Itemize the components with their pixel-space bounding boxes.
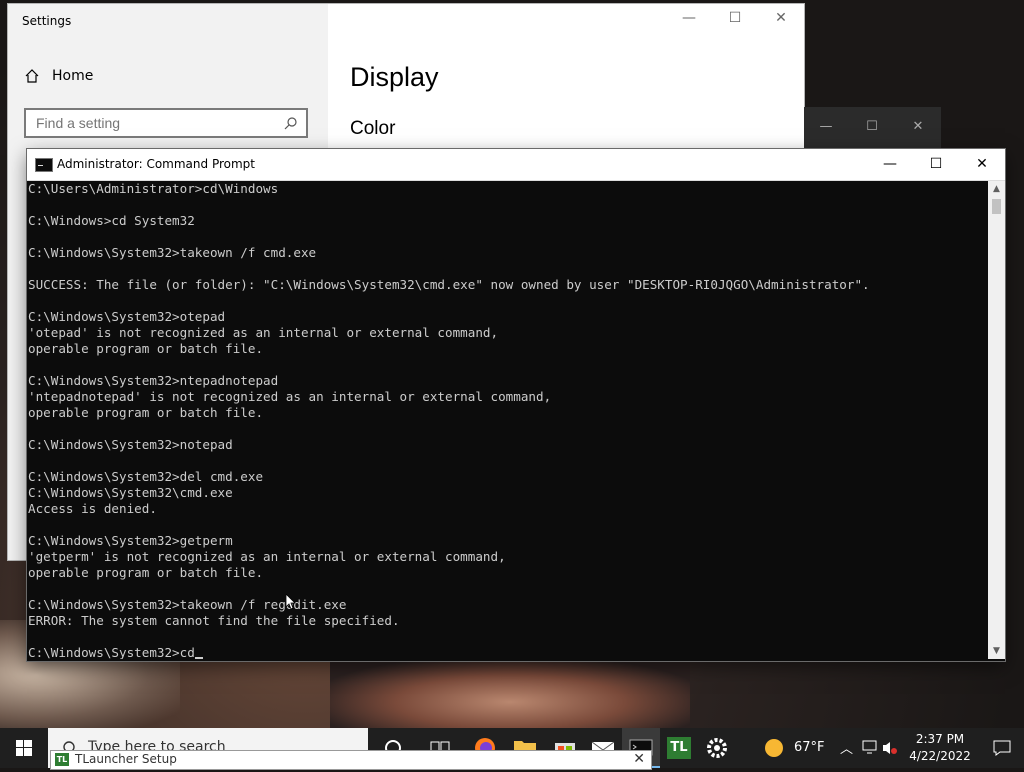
system-tray: ︿ bbox=[836, 728, 898, 768]
console-line: SUCCESS: The file (or folder): "C:\Windo… bbox=[28, 277, 870, 292]
scroll-down-arrow-icon[interactable]: ▼ bbox=[988, 643, 1005, 659]
tlauncher-setup-window[interactable]: TL TLauncher Setup ✕ bbox=[50, 750, 652, 770]
bg-maximize-button[interactable]: ☐ bbox=[852, 119, 892, 134]
home-icon bbox=[25, 69, 39, 83]
cmd-close-button[interactable]: ✕ bbox=[959, 149, 1005, 180]
cmd-minimize-button[interactable]: — bbox=[867, 149, 913, 180]
home-label: Home bbox=[52, 68, 94, 84]
start-button[interactable] bbox=[0, 728, 48, 768]
settings-gear-icon bbox=[707, 738, 727, 758]
console-line: 'getperm' is not recognized as an intern… bbox=[28, 549, 506, 564]
settings-search-box[interactable] bbox=[24, 108, 308, 138]
console-line: C:\Windows\System32>getperm bbox=[28, 533, 233, 548]
cmd-console-output[interactable]: C:\Users\Administrator>cd\Windows C:\Wind… bbox=[28, 181, 986, 659]
cmd-title: Administrator: Command Prompt bbox=[57, 157, 255, 171]
bg-close-button[interactable]: ✕ bbox=[898, 119, 938, 134]
bg-minimize-button[interactable]: — bbox=[806, 119, 846, 134]
settings-taskbar-button[interactable] bbox=[698, 728, 736, 768]
page-title: Display bbox=[350, 62, 439, 92]
console-line: C:\Windows\System32>takeown /f regedit.e… bbox=[28, 597, 347, 612]
tlauncher-setup-title: TLauncher Setup bbox=[75, 752, 177, 766]
notification-icon bbox=[993, 740, 1011, 756]
console-line: C:\Windows\System32>del cmd.exe bbox=[28, 469, 264, 484]
search-icon bbox=[284, 117, 297, 130]
command-prompt-window: Administrator: Command Prompt — ☐ ✕ C:\U… bbox=[27, 149, 1005, 661]
tlauncher-logo-icon: TL bbox=[55, 753, 69, 766]
clock-date: 4/22/2022 bbox=[909, 749, 971, 763]
cmd-app-icon bbox=[35, 158, 53, 172]
cmd-scrollbar[interactable]: ▲ ▼ bbox=[988, 181, 1005, 659]
text-cursor bbox=[194, 657, 203, 659]
console-line: C:\Windows\System32>otepad bbox=[28, 309, 226, 324]
console-line: operable program or batch file. bbox=[28, 405, 264, 420]
tlauncher-close-button[interactable]: ✕ bbox=[633, 751, 645, 767]
taskbar-clock[interactable]: 2:37 PM 4/22/2022 bbox=[900, 731, 980, 765]
weather-temperature: 67°F bbox=[794, 740, 825, 755]
console-line: C:\Windows\System32>cd bbox=[28, 645, 986, 659]
mouse-pointer-icon bbox=[286, 594, 296, 610]
notification-center-button[interactable] bbox=[982, 728, 1022, 768]
console-line: operable program or batch file. bbox=[28, 341, 264, 356]
settings-maximize-button[interactable]: ☐ bbox=[712, 10, 758, 26]
console-line: 'otepad' is not recognized as an interna… bbox=[28, 325, 499, 340]
console-line: ERROR: The system cannot find the file s… bbox=[28, 613, 400, 628]
console-line: C:\Windows>cd System32 bbox=[28, 213, 195, 228]
settings-minimize-button[interactable]: — bbox=[666, 10, 712, 26]
console-line: C:\Windows\System32>ntepadnotepad bbox=[28, 373, 279, 388]
tray-chevron-up-icon[interactable]: ︿ bbox=[840, 738, 853, 757]
console-line: C:\Windows\System32>notepad bbox=[28, 437, 233, 452]
tlauncher-icon: TL bbox=[667, 737, 691, 759]
console-line: C:\Users\Administrator>cd\Windows bbox=[28, 181, 279, 196]
cmd-maximize-button[interactable]: ☐ bbox=[913, 149, 959, 180]
console-line: 'ntepadnotepad' is not recognized as an … bbox=[28, 389, 552, 404]
settings-search-input[interactable] bbox=[26, 110, 286, 136]
console-line: Access is denied. bbox=[28, 501, 157, 516]
volume-muted-icon[interactable] bbox=[882, 740, 898, 756]
console-line: C:\Windows\System32>takeown /f cmd.exe bbox=[28, 245, 317, 260]
scroll-thumb[interactable] bbox=[992, 199, 1001, 214]
wallpaper-blur bbox=[330, 660, 690, 730]
settings-title: Settings bbox=[22, 14, 72, 28]
windows-start-icon bbox=[16, 740, 32, 756]
network-icon[interactable] bbox=[862, 740, 878, 754]
scroll-up-arrow-icon[interactable]: ▲ bbox=[988, 181, 1005, 197]
settings-close-button[interactable]: ✕ bbox=[758, 10, 804, 26]
background-window-titlebar: — ☐ ✕ bbox=[804, 107, 941, 151]
clock-time: 2:37 PM bbox=[915, 732, 965, 746]
settings-home-link[interactable]: Home bbox=[24, 68, 93, 84]
cmd-titlebar[interactable]: Administrator: Command Prompt — ☐ ✕ bbox=[27, 149, 1005, 181]
console-line: operable program or batch file. bbox=[28, 565, 264, 580]
console-line: C:\Windows\System32\cmd.exe bbox=[28, 485, 233, 500]
section-title: Color bbox=[350, 118, 396, 139]
tlauncher-taskbar-button[interactable]: TL bbox=[660, 728, 698, 768]
sun-icon bbox=[765, 739, 783, 757]
